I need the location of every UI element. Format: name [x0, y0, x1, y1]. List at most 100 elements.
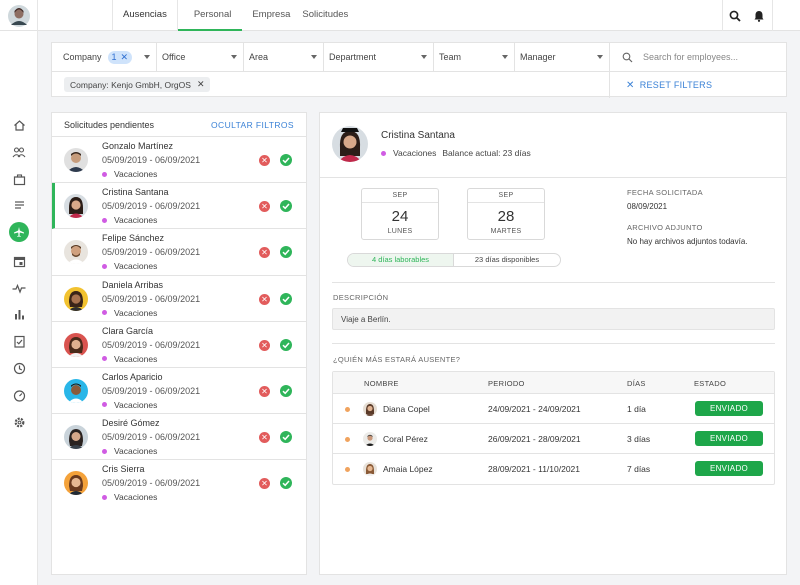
request-name: Carlos Aparicio [102, 371, 163, 382]
hide-filters-link[interactable]: OCULTAR FILTROS [211, 120, 294, 130]
status-dot [345, 437, 350, 442]
request-item[interactable]: Cris Sierra 05/09/2019 - 06/09/2021 Vaca… [52, 460, 306, 506]
reject-button[interactable]: ✕ [259, 385, 270, 397]
home-icon[interactable] [11, 117, 27, 133]
bar-chart-icon[interactable] [11, 306, 27, 322]
approve-button[interactable] [280, 431, 292, 444]
request-item[interactable]: Gonzalo Martínez 05/09/2019 - 06/09/2021… [52, 137, 306, 184]
top-bar: Ausencias Personal Empresa Solicitudes [0, 0, 800, 31]
vacation-dot [102, 263, 107, 269]
avatar [64, 425, 88, 450]
end-weekday: MARTES [490, 228, 522, 235]
tab-empresa[interactable]: Empresa [242, 0, 300, 31]
request-item-selected[interactable]: Cristina Santana 05/09/2019 - 06/09/2021… [52, 183, 306, 230]
user-avatar[interactable] [0, 0, 38, 31]
request-item[interactable]: Clara García 05/09/2019 - 06/09/2021 Vac… [52, 322, 306, 368]
avatar [64, 332, 88, 357]
team-filter[interactable]: Team [434, 43, 515, 72]
document-icon[interactable] [11, 197, 27, 213]
reset-filters-button[interactable]: ✕ RESET FILTERS [609, 72, 787, 98]
gear-icon[interactable] [11, 414, 27, 430]
reject-button[interactable]: ✕ [259, 293, 270, 305]
request-name: Daniela Arribas [102, 279, 164, 290]
attachment-label: ARCHIVO ADJUNTO [627, 223, 703, 232]
approve-button[interactable] [280, 154, 292, 166]
reject-button[interactable]: ✕ [259, 247, 270, 259]
tab-personal[interactable]: Personal [177, 0, 243, 31]
checklist-icon[interactable] [11, 333, 27, 349]
clock-icon[interactable] [11, 360, 27, 376]
check-icon [282, 249, 290, 256]
calendar-icon[interactable] [11, 253, 27, 269]
gauge-icon[interactable] [11, 387, 27, 403]
request-type: Vacaciones [102, 169, 157, 179]
absent-others-table: NOMBRE PERIODO DÍAS ESTADO Diana Copel 2… [332, 371, 775, 485]
avatar [64, 378, 88, 403]
working-days: 4 días laborables [348, 254, 454, 266]
search-input[interactable]: Search for employees... [643, 52, 738, 62]
request-dates: 05/09/2019 - 06/09/2021 [102, 201, 201, 212]
notifications-button[interactable] [746, 0, 772, 31]
check-icon [282, 388, 290, 395]
table-row[interactable]: Diana Copel 24/09/2021 - 24/09/2021 1 dí… [333, 394, 774, 424]
request-name: Cris Sierra [102, 464, 145, 475]
search-button[interactable] [722, 0, 746, 31]
reject-button[interactable]: ✕ [259, 478, 270, 490]
reject-button[interactable]: ✕ [259, 201, 270, 213]
employee-search[interactable]: Search for employees... [609, 43, 787, 72]
request-name: Clara García [102, 325, 154, 336]
close-icon[interactable]: ✕ [197, 79, 205, 90]
request-item[interactable]: Daniela Arribas 05/09/2019 - 06/09/2021 … [52, 276, 306, 322]
reject-button[interactable]: ✕ [259, 339, 270, 351]
request-item[interactable]: Felipe Sánchez 05/09/2019 - 06/09/2021 V… [52, 229, 306, 276]
tab-ausencias[interactable]: Ausencias [113, 0, 177, 31]
table-row[interactable]: Coral Pérez 26/09/2021 - 28/09/2021 3 dí… [333, 424, 774, 454]
pulse-icon[interactable] [11, 280, 27, 296]
sidebar [0, 31, 38, 585]
manager-filter[interactable]: Manager [515, 43, 609, 72]
chevron-down-icon [597, 55, 603, 59]
avatar [363, 402, 377, 416]
pending-requests-panel: Solicitudes pendientes OCULTAR FILTROS G… [51, 112, 307, 575]
briefcase-icon[interactable] [11, 171, 27, 187]
request-name: Felipe Sánchez [102, 233, 165, 244]
people-icon[interactable] [11, 144, 27, 160]
request-item[interactable]: Desiré Gómez 05/09/2019 - 06/09/2021 Vac… [52, 414, 306, 461]
col-status: ESTADO [694, 379, 727, 388]
company-filter-count[interactable]: 1 ✕ [107, 50, 133, 64]
end-month: SEP [468, 189, 544, 203]
absent-others-label: ¿QUIÉN MÁS ESTARÁ AUSENTE? [333, 355, 461, 364]
approve-button[interactable] [280, 200, 292, 213]
approve-button[interactable] [280, 246, 292, 259]
vacation-dot [102, 494, 107, 500]
search-icon [622, 52, 633, 62]
approve-button[interactable] [280, 338, 292, 351]
absence-type: Vacaciones [393, 148, 437, 158]
reject-button[interactable]: ✕ [259, 155, 270, 166]
request-dates: 05/09/2019 - 06/09/2021 [102, 432, 201, 443]
chevron-down-icon [421, 55, 427, 59]
clear-company-icon[interactable]: ✕ [121, 52, 129, 63]
vacation-dot [102, 171, 107, 177]
pending-requests-title: Solicitudes pendientes [64, 119, 155, 130]
approve-button[interactable] [280, 292, 292, 305]
main-tabs: Ausencias Personal Empresa Solicitudes [112, 0, 358, 31]
tab-solicitudes[interactable]: Solicitudes [300, 0, 358, 31]
active-filter-chip: Company: Kenjo GmbH, OrgOS ✕ [64, 77, 211, 92]
table-row[interactable]: Amaia López 28/09/2021 - 11/10/2021 7 dí… [333, 454, 774, 484]
request-dates: 05/09/2019 - 06/09/2021 [102, 293, 201, 304]
employee-name: Cristina Santana [381, 130, 455, 141]
office-filter[interactable]: Office [157, 43, 244, 72]
company-filter[interactable]: Company 1 ✕ [52, 43, 157, 72]
available-days: 23 días disponibles [474, 255, 540, 264]
reject-button[interactable]: ✕ [259, 432, 270, 444]
department-filter[interactable]: Department [324, 43, 434, 72]
request-dates: 05/09/2019 - 06/09/2021 [102, 339, 201, 350]
check-icon [282, 434, 290, 441]
area-filter[interactable]: Area [244, 43, 324, 72]
airplane-icon[interactable] [9, 222, 29, 242]
approve-button[interactable] [280, 384, 292, 397]
approve-button[interactable] [280, 477, 292, 490]
row-days: 1 día [627, 404, 646, 414]
request-item[interactable]: Carlos Aparicio 05/09/2019 - 06/09/2021 … [52, 368, 306, 415]
